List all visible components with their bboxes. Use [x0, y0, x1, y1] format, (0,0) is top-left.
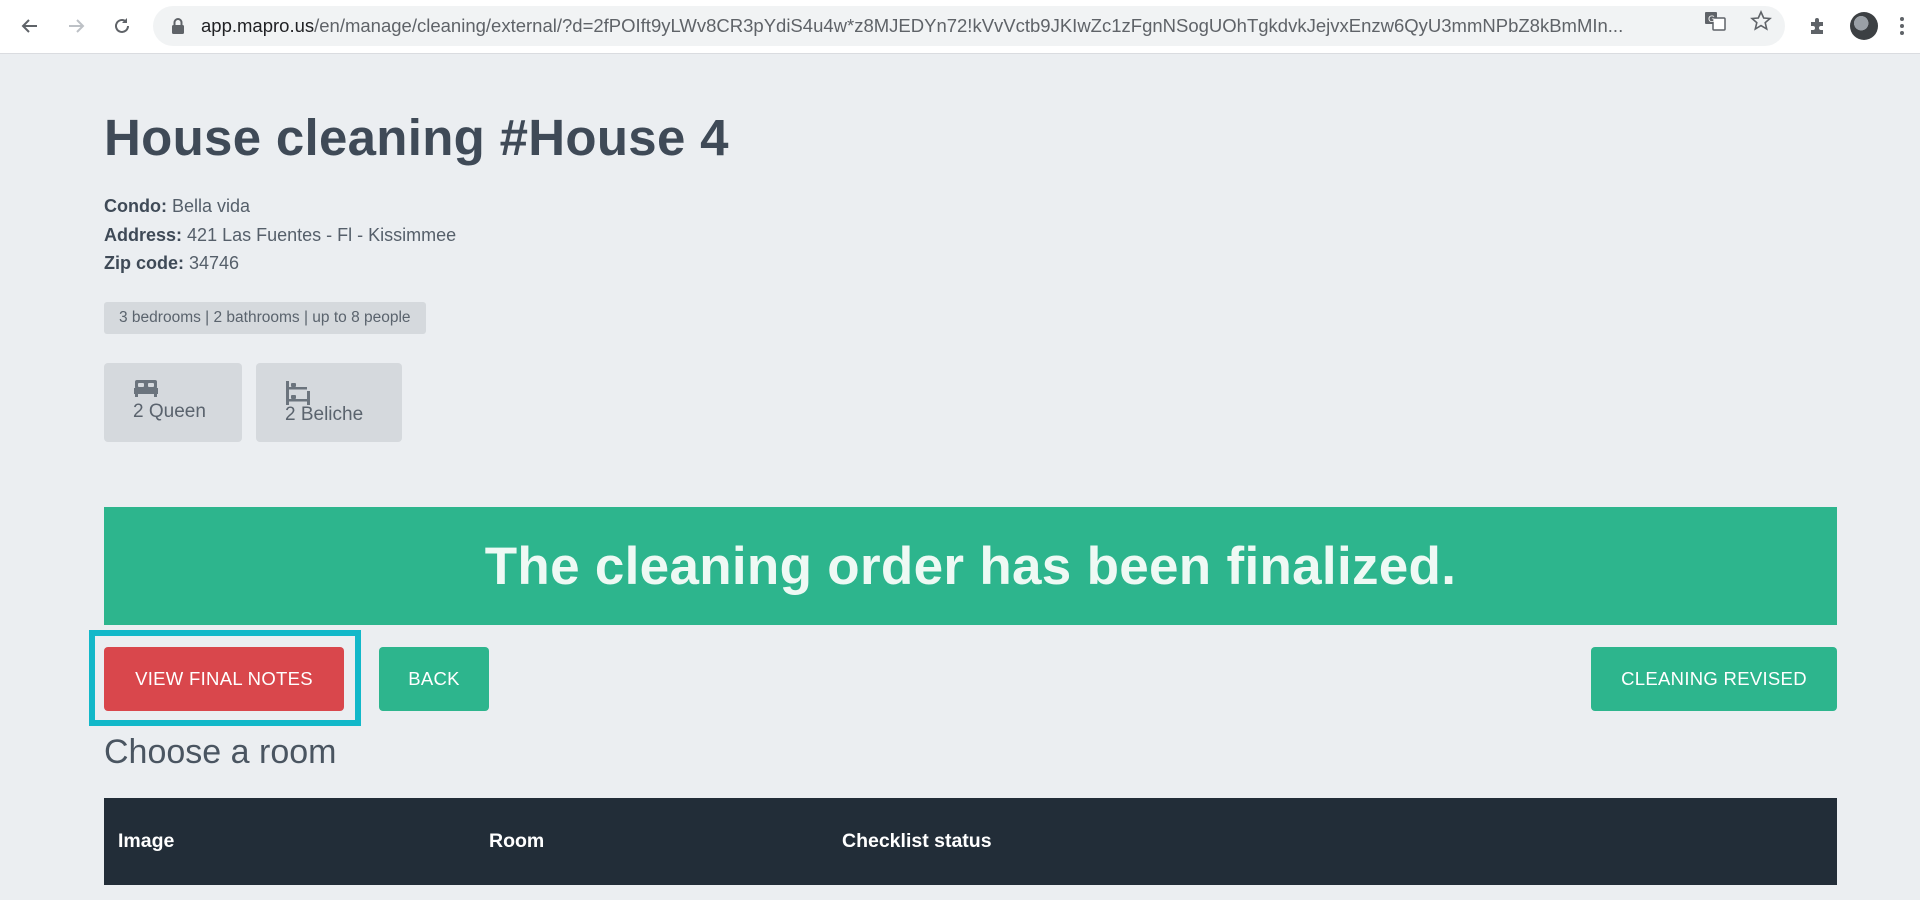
back-button[interactable]: BACK — [379, 647, 489, 711]
reload-icon[interactable] — [106, 10, 138, 42]
address-line: Address: 421 Las Fuentes - Fl - Kissimme… — [104, 225, 456, 246]
forward-arrow-icon[interactable] — [60, 10, 92, 42]
condo-label: Condo: — [104, 196, 167, 216]
svg-text:G: G — [1708, 15, 1715, 25]
column-header-image: Image — [118, 830, 175, 852]
bed-card-beliche: 2 Beliche — [256, 363, 402, 442]
avatar — [1850, 12, 1878, 40]
bookmark-star-icon[interactable] — [1750, 10, 1772, 32]
extensions-puzzle-icon[interactable] — [1802, 10, 1834, 42]
view-final-notes-button[interactable]: VIEW FINAL NOTES — [104, 647, 344, 711]
cleaning-revised-button[interactable]: CLEANING REVISED — [1591, 647, 1837, 711]
zip-label: Zip code: — [104, 253, 184, 273]
condo-value: Bella vida — [172, 196, 251, 216]
section-title: Choose a room — [104, 733, 337, 771]
address-value: 421 Las Fuentes - Fl - Kissimmee — [187, 225, 457, 245]
zip-value: 34746 — [189, 253, 240, 273]
column-header-room: Room — [489, 830, 545, 852]
url-host: app.mapro.us — [201, 15, 315, 36]
zip-line: Zip code: 34746 — [104, 253, 239, 274]
profile-avatar[interactable] — [1848, 10, 1880, 42]
column-header-checklist-status: Checklist status — [842, 830, 992, 852]
banner-text: The cleaning order has been finalized. — [484, 536, 1457, 596]
condo-line: Condo: Bella vida — [104, 196, 250, 217]
page-title: House cleaning #House 4 — [104, 109, 729, 166]
lock-icon — [171, 17, 185, 40]
browser-toolbar: app.mapro.us/en/manage/cleaning/external… — [0, 0, 1920, 54]
bed-label: 2 Queen — [133, 401, 206, 422]
rooms-table-header: Image Room Checklist status — [104, 798, 1837, 885]
bed-card-queen: 2 Queen — [104, 363, 242, 442]
status-banner: The cleaning order has been finalized. — [104, 507, 1837, 625]
more-menu-icon[interactable] — [1890, 10, 1914, 42]
bed-label: 2 Beliche — [285, 404, 364, 425]
url-text: app.mapro.us/en/manage/cleaning/external… — [201, 6, 1836, 46]
address-label: Address: — [104, 225, 183, 245]
url-path: /en/manage/cleaning/external/?d=2fPOIft9… — [314, 15, 1624, 36]
translate-icon[interactable]: G — [1704, 10, 1726, 32]
capacity-badge: 3 bedrooms | 2 bathrooms | up to 8 peopl… — [104, 302, 426, 334]
address-bar[interactable]: app.mapro.us/en/manage/cleaning/external… — [153, 6, 1785, 46]
back-arrow-icon[interactable] — [14, 10, 46, 42]
